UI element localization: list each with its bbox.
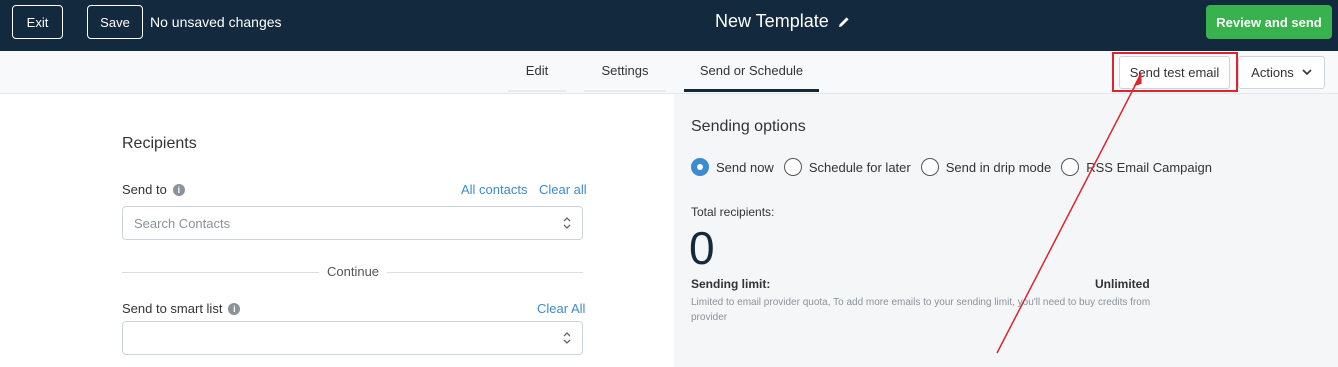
- radio-label: RSS Email Campaign: [1086, 159, 1212, 175]
- info-icon[interactable]: i: [228, 302, 241, 315]
- radio-rss-campaign[interactable]: RSS Email Campaign: [1061, 158, 1212, 176]
- all-contacts-link[interactable]: All contacts: [461, 182, 527, 197]
- sending-limit-label: Sending limit:: [691, 277, 771, 291]
- send-to-label-wrap: Send to i: [122, 182, 185, 197]
- tab-settings[interactable]: Settings: [584, 51, 666, 92]
- continue-text: Continue: [319, 264, 388, 279]
- radio-checked-icon: [691, 158, 709, 176]
- save-button[interactable]: Save: [87, 5, 143, 39]
- pencil-icon[interactable]: [837, 15, 851, 29]
- recipients-title: Recipients: [122, 135, 197, 152]
- send-to-label: Send to: [122, 182, 167, 197]
- smart-list-select[interactable]: [122, 321, 583, 355]
- actions-label: Actions: [1251, 65, 1294, 80]
- sending-limit-value: Unlimited: [1095, 277, 1150, 291]
- radio-drip-mode[interactable]: Send in drip mode: [920, 158, 1052, 176]
- annotation-highlight-box: [1112, 52, 1238, 92]
- radio-unchecked-icon: [920, 158, 939, 176]
- tab-bar: Edit Settings Send or Schedule Send test…: [0, 51, 1338, 94]
- radio-unchecked-icon: [1061, 158, 1080, 176]
- up-down-chevron-icon: [563, 217, 571, 229]
- sending-limit-note: Limited to email provider quota, To add …: [691, 297, 1151, 323]
- radio-label: Schedule for later: [808, 159, 911, 175]
- tab-send-or-schedule[interactable]: Send or Schedule: [684, 51, 819, 92]
- top-bar: Exit Save No unsaved changes New Templat…: [0, 0, 1338, 51]
- template-title: New Template: [715, 11, 829, 31]
- template-title-wrap: New Template: [715, 11, 851, 32]
- total-recipients-label: Total recipients:: [691, 205, 775, 219]
- campaign-editor: Exit Save No unsaved changes New Templat…: [0, 0, 1338, 367]
- radio-schedule-later[interactable]: Schedule for later: [783, 158, 911, 176]
- total-recipients-value: 0: [689, 222, 715, 274]
- info-icon[interactable]: i: [172, 183, 185, 196]
- radio-label: Send in drip mode: [945, 159, 1052, 175]
- search-contacts-placeholder: Search Contacts: [134, 215, 231, 231]
- actions-dropdown[interactable]: Actions: [1238, 56, 1325, 89]
- exit-button[interactable]: Exit: [12, 5, 63, 39]
- radio-send-now[interactable]: Send now: [691, 158, 774, 176]
- smart-list-label: Send to smart list: [122, 301, 223, 316]
- clear-all-link[interactable]: Clear all: [539, 182, 587, 197]
- radio-label: Send now: [716, 159, 774, 175]
- smart-list-label-wrap: Send to smart list i: [122, 301, 241, 316]
- radio-unchecked-icon: [783, 158, 802, 176]
- sending-mode-radio-group: Send now Schedule for later Send in drip…: [691, 158, 1222, 176]
- review-and-send-button[interactable]: Review and send: [1206, 5, 1332, 39]
- save-status: No unsaved changes: [150, 14, 282, 30]
- tab-edit[interactable]: Edit: [508, 51, 566, 92]
- chevron-down-icon: [1302, 69, 1312, 76]
- search-contacts-select[interactable]: Search Contacts: [122, 206, 583, 240]
- sending-options-title: Sending options: [691, 118, 806, 135]
- up-down-chevron-icon: [563, 332, 571, 344]
- smart-list-clear-all-link[interactable]: Clear All: [537, 301, 585, 316]
